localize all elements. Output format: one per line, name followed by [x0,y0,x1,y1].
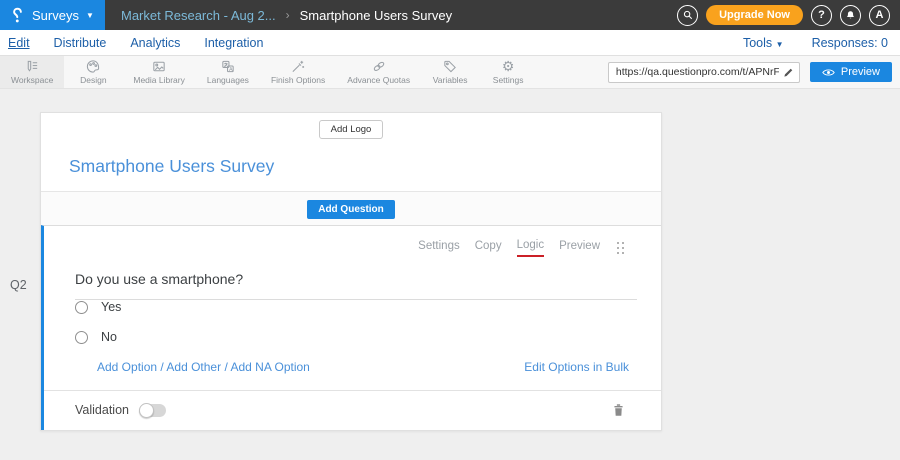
link-separator: / [160,360,163,374]
question-tab-logic[interactable]: Logic [517,239,545,257]
question-tab-settings[interactable]: Settings [418,240,460,256]
tool-tab-design[interactable]: Design [64,56,122,88]
variables-tag-icon [442,59,458,74]
topbar: Surveys ▼ Market Research - Aug 2... › S… [0,0,900,30]
add-question-band: Add Question [41,191,661,225]
topbar-actions: Upgrade Now ? A [677,5,900,26]
bell-icon [845,10,856,21]
tool-tab-advance-quotas[interactable]: Advance Quotas [336,56,421,88]
radio-yes[interactable] [75,301,88,314]
question-tab-copy[interactable]: Copy [475,240,502,256]
questionpro-logo-icon [10,7,25,24]
tab-analytics[interactable]: Analytics [130,36,180,50]
add-other-link[interactable]: Add Other [166,360,221,374]
search-icon [682,9,694,21]
responses-count[interactable]: Responses: 0 [812,36,888,50]
surveys-menu[interactable]: Surveys ▼ [0,0,105,30]
eye-icon [822,68,835,77]
tools-menu[interactable]: Tools ▼ [743,36,784,50]
breadcrumb-separator-icon: › [286,8,290,22]
design-palette-icon [85,59,101,74]
radio-no[interactable] [75,331,88,344]
edit-url-pencil-icon[interactable] [783,67,794,78]
preview-button[interactable]: Preview [810,62,892,82]
survey-card: Add Logo Smartphone Users Survey Add Que… [40,112,662,431]
quotas-link-icon [371,59,387,74]
tab-edit[interactable]: Edit [8,36,30,50]
drag-handle-icon[interactable] [617,242,625,255]
tab-distribute[interactable]: Distribute [54,36,107,50]
question-tab-preview[interactable]: Preview [559,240,600,256]
option-row-no: No [75,330,661,344]
survey-url-input[interactable] [609,66,783,78]
survey-canvas: Q2 Add Logo Smartphone Users Survey Add … [0,112,900,460]
workspace-icon [24,59,40,74]
chevron-down-icon: ▼ [86,11,94,20]
delete-question-trash-icon[interactable] [612,403,625,417]
languages-translate-icon: A [220,59,236,74]
chevron-down-icon: ▼ [776,40,784,49]
notifications-button[interactable] [840,5,861,26]
validation-label: Validation [75,403,129,417]
tool-tab-workspace[interactable]: Workspace [0,56,64,88]
tool-tab-languages[interactable]: A Languages [196,56,260,88]
svg-text:A: A [229,67,233,73]
help-button[interactable]: ? [811,5,832,26]
tool-tab-finish-options[interactable]: Finish Options [260,56,336,88]
question-number: Q2 [10,278,27,292]
tool-tab-variables[interactable]: Variables [421,56,479,88]
media-image-icon [151,59,167,74]
edit-options-in-bulk-link[interactable]: Edit Options in Bulk [524,360,629,374]
link-separator: / [224,360,227,374]
survey-url-box [608,62,800,83]
breadcrumb-current: Smartphone Users Survey [300,8,452,23]
add-option-link[interactable]: Add Option [97,360,157,374]
option-label-yes[interactable]: Yes [101,300,121,314]
upgrade-now-button[interactable]: Upgrade Now [706,5,803,25]
question-text[interactable]: Do you use a smartphone? [75,271,637,300]
product-label: Surveys [32,8,79,23]
question-card: Settings Copy Logic Preview Do you use a… [41,225,661,430]
add-logo-button[interactable]: Add Logo [319,120,384,139]
add-question-button-top[interactable]: Add Question [307,200,395,219]
tool-tab-media-library[interactable]: Media Library [122,56,196,88]
validation-toggle[interactable] [139,404,166,417]
settings-gear-icon: ⚙ [502,59,515,74]
option-row-yes: Yes [75,300,661,314]
breadcrumb-folder[interactable]: Market Research - Aug 2... [121,8,276,23]
survey-title[interactable]: Smartphone Users Survey [69,156,661,177]
avatar[interactable]: A [869,5,890,26]
add-na-option-link[interactable]: Add NA Option [230,360,309,374]
finish-wand-icon [290,59,306,74]
question-actions: Settings Copy Logic Preview [44,226,661,257]
breadcrumb: Market Research - Aug 2... › Smartphone … [121,8,452,23]
edit-toolbar: Workspace Design Media Library A [0,56,900,89]
option-links-row: Add Option / Add Other / Add NA Option E… [97,360,629,374]
option-label-no[interactable]: No [101,330,117,344]
search-button[interactable] [677,5,698,26]
subnav: Edit Distribute Analytics Integration To… [0,30,900,56]
tool-tab-settings[interactable]: ⚙ Settings [479,56,537,88]
validation-row: Validation [44,390,661,430]
tab-integration[interactable]: Integration [204,36,263,50]
